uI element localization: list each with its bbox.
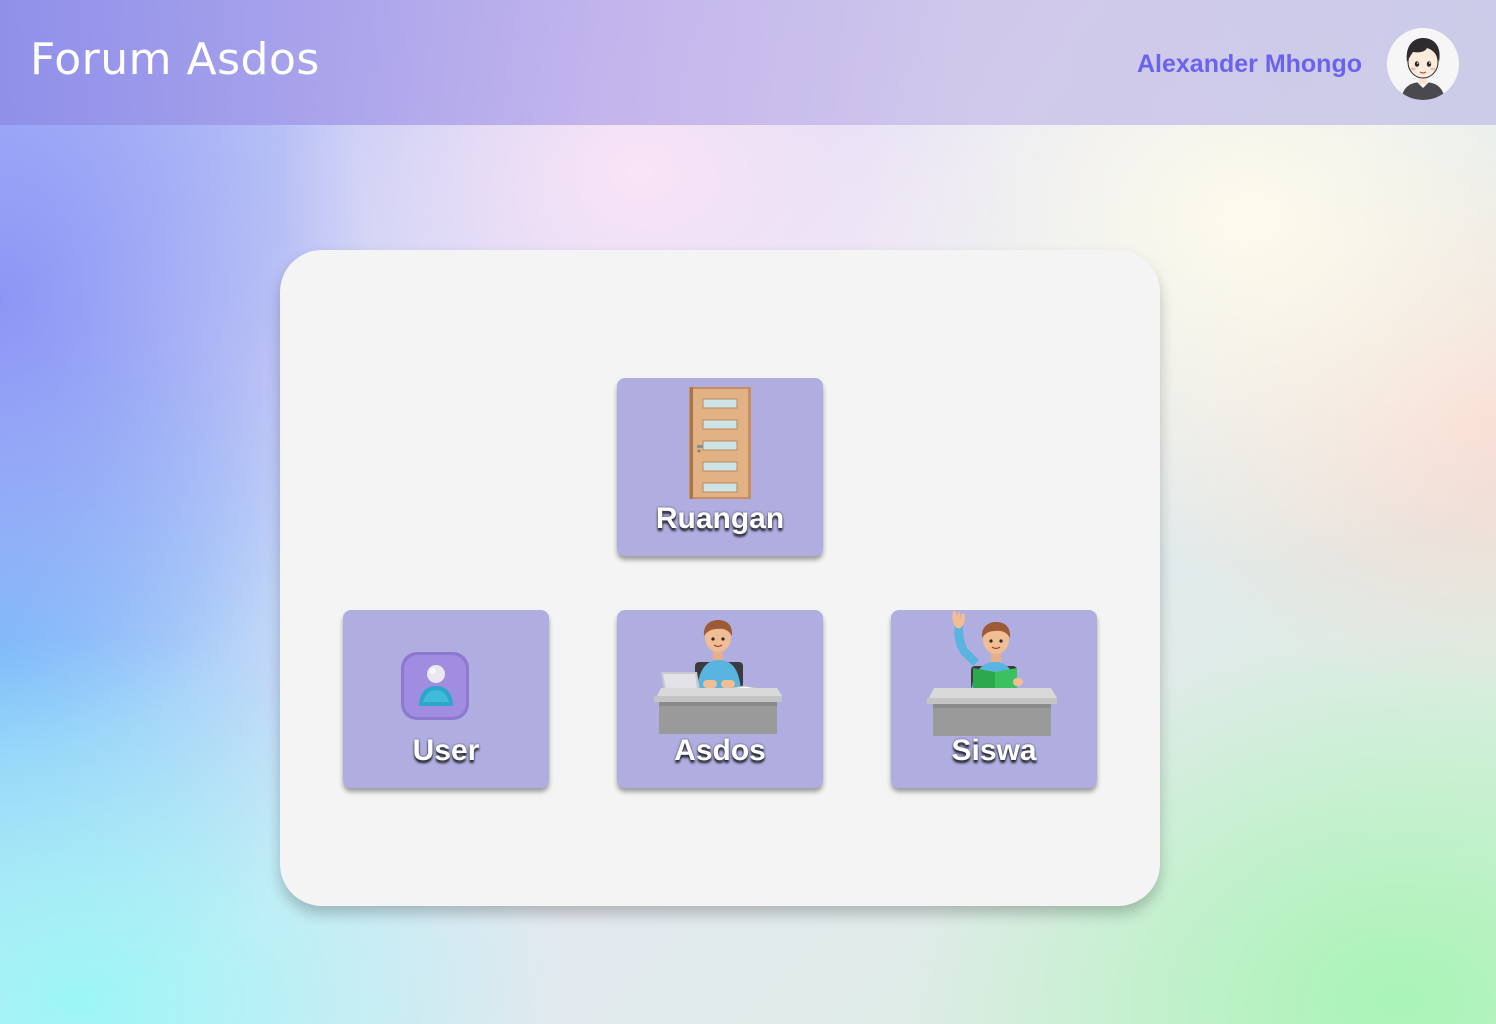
tile-asdos[interactable]: Asdos xyxy=(617,610,823,788)
cartoon-avatar-icon xyxy=(1387,28,1459,100)
user-name[interactable]: Alexander Mhongo xyxy=(1137,50,1362,79)
tile-label: Ruangan xyxy=(655,502,785,535)
tile-label: Asdos xyxy=(674,734,766,767)
tile-label: User xyxy=(412,734,480,767)
tile-label: Siswa xyxy=(951,734,1037,767)
main-panel: Ruangan User Asdos Siswa xyxy=(280,250,1160,906)
avatar[interactable] xyxy=(1387,28,1459,100)
tile-siswa[interactable]: Siswa xyxy=(891,610,1097,788)
tile-user[interactable]: User xyxy=(343,610,549,788)
tile-ruangan[interactable]: Ruangan xyxy=(617,378,823,556)
top-header: Forum Asdos Alexander Mhongo xyxy=(0,0,1496,125)
app-title: Forum Asdos xyxy=(30,34,320,85)
